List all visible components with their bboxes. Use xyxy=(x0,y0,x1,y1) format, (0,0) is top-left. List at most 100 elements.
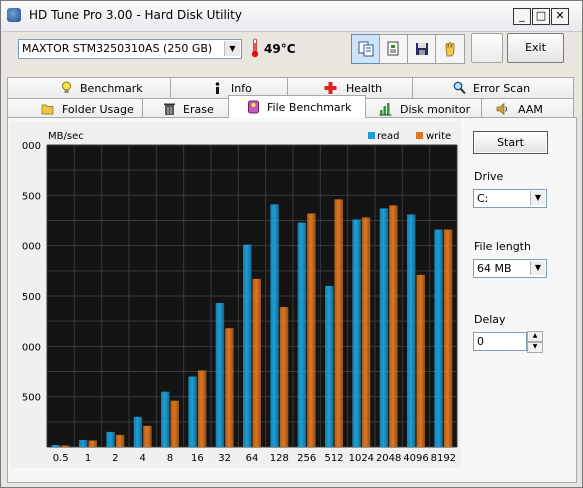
bar-write-512 xyxy=(334,199,343,447)
save-icon xyxy=(416,43,428,55)
y-tick-label: 000 xyxy=(22,141,41,152)
tab-folder-usage[interactable]: Folder Usage xyxy=(7,98,143,119)
tab-file-benchmark[interactable]: File Benchmark xyxy=(228,95,366,118)
x-tick-label: 8192 xyxy=(431,453,456,464)
save-button[interactable] xyxy=(407,34,437,64)
bar-read-4096 xyxy=(407,214,416,447)
chevron-down-icon[interactable]: ▼ xyxy=(530,261,545,275)
copy-info-button[interactable] xyxy=(351,34,381,64)
file-length-label: File length xyxy=(474,240,531,253)
chevron-down-icon[interactable]: ▼ xyxy=(530,191,545,205)
bar-write-4096 xyxy=(416,274,425,447)
bar-read-2 xyxy=(106,431,115,447)
y-tick-label: 500 xyxy=(22,292,41,303)
tab-benchmark[interactable]: Benchmark xyxy=(7,77,171,98)
bar-write-256 xyxy=(307,213,316,447)
health-cross-icon xyxy=(324,82,337,94)
tab-disk-monitor[interactable]: Disk monitor xyxy=(365,98,482,119)
tab-aam[interactable]: AAM xyxy=(481,98,574,119)
x-tick-label: 1024 xyxy=(349,453,374,464)
copy-text-button[interactable] xyxy=(379,34,409,64)
bar-read-1024 xyxy=(352,219,361,447)
file-benchmark-icon xyxy=(248,100,259,114)
x-tick-label: 128 xyxy=(270,453,289,464)
drive-label: Drive xyxy=(474,170,504,183)
x-tick-label: 512 xyxy=(324,453,343,464)
close-button[interactable]: ✕ xyxy=(551,8,569,25)
bar-write-1024 xyxy=(361,217,371,447)
bar-read-8192 xyxy=(434,229,443,447)
bar-read-512 xyxy=(325,285,334,447)
temperature-readout: 49°C xyxy=(264,42,296,56)
tab-label: Disk monitor xyxy=(400,103,471,116)
bar-read-32 xyxy=(215,303,225,447)
file-length-combo-value: 64 MB xyxy=(477,262,512,275)
delay-input-value: 0 xyxy=(477,335,484,348)
thermometer-icon xyxy=(251,38,259,58)
hand-icon xyxy=(445,42,455,57)
drive-select-value: MAXTOR STM3250310AS (250 GB) xyxy=(22,42,213,55)
magnifier-icon xyxy=(453,81,466,95)
x-tick-label: 2048 xyxy=(376,453,401,464)
bar-write-64 xyxy=(252,278,261,447)
tab-error-scan[interactable]: Error Scan xyxy=(412,77,574,98)
file-length-combo[interactable]: 64 MB ▼ xyxy=(473,259,547,278)
bar-read-2048 xyxy=(379,208,389,447)
tab-label: Benchmark xyxy=(80,82,143,95)
legend-label-read: read xyxy=(377,131,400,142)
copy-info-icon xyxy=(358,41,374,57)
bar-write-128 xyxy=(279,307,289,447)
file-benchmark-chart: 000 500 000 500 000 500 0.5 1 2 4 8 16 32 64 128 256 51… xyxy=(10,121,461,468)
tab-label: Error Scan xyxy=(473,82,531,95)
x-tick-labels: 0.5 1 2 4 8 16 32 64 128 256 512 1024 2048 4096 8192 xyxy=(53,453,456,464)
tab-label: Folder Usage xyxy=(62,103,134,116)
bar-write-16 xyxy=(197,370,207,447)
tab-label: Info xyxy=(231,82,252,95)
bar-write-4 xyxy=(143,425,152,447)
blank-toolbar-button[interactable] xyxy=(471,33,503,63)
exit-button[interactable]: Exit xyxy=(507,33,564,63)
bar-read-0.5 xyxy=(51,444,61,447)
delay-input[interactable]: 0 xyxy=(473,332,527,351)
x-tick-label: 1 xyxy=(85,453,91,464)
y-tick-label: 000 xyxy=(22,242,41,253)
maximize-button[interactable]: □ xyxy=(532,8,550,25)
bar-write-2048 xyxy=(389,205,398,447)
legend-swatch-read xyxy=(368,132,375,139)
trash-icon xyxy=(164,103,175,115)
bar-read-256 xyxy=(297,222,307,447)
x-tick-label: 2 xyxy=(112,453,118,464)
legend-label-write: write xyxy=(426,131,451,142)
delay-spinner[interactable]: ▲ ▼ xyxy=(527,331,543,353)
x-tick-label: 32 xyxy=(218,453,231,464)
title-bar[interactable]: HD Tune Pro 3.00 - Hard Disk Utility _ □… xyxy=(1,1,582,32)
drive-combo[interactable]: C: ▼ xyxy=(473,189,547,208)
bar-read-128 xyxy=(270,204,279,447)
x-tick-label: 256 xyxy=(297,453,316,464)
minimize-button[interactable]: _ xyxy=(513,8,531,25)
disk-monitor-icon xyxy=(379,103,392,116)
legend-swatch-write xyxy=(416,132,423,139)
hand-button[interactable] xyxy=(435,34,465,64)
start-button[interactable]: Start xyxy=(473,131,548,154)
bar-write-2 xyxy=(115,434,125,447)
copy-text-icon xyxy=(387,41,399,56)
folder-icon xyxy=(41,104,54,115)
tab-label: File Benchmark xyxy=(267,101,352,114)
y-tick-label: 500 xyxy=(22,393,41,404)
bar-read-1 xyxy=(79,439,88,447)
x-tick-label: 16 xyxy=(191,453,204,464)
spin-up-icon[interactable]: ▲ xyxy=(527,331,543,342)
chevron-down-icon[interactable]: ▼ xyxy=(224,41,240,56)
bar-read-64 xyxy=(243,244,252,447)
x-tick-label: 0.5 xyxy=(53,453,69,464)
tab-erase[interactable]: Erase xyxy=(142,98,229,119)
x-tick-label: 4 xyxy=(139,453,145,464)
tab-label: Erase xyxy=(183,103,214,116)
x-tick-label: 8 xyxy=(167,453,173,464)
tab-label: AAM xyxy=(518,103,543,116)
x-tick-label: 64 xyxy=(246,453,259,464)
drive-select[interactable]: MAXTOR STM3250310AS (250 GB) ▼ xyxy=(18,39,242,59)
bar-write-1 xyxy=(88,440,97,447)
spin-down-icon[interactable]: ▼ xyxy=(527,342,543,353)
